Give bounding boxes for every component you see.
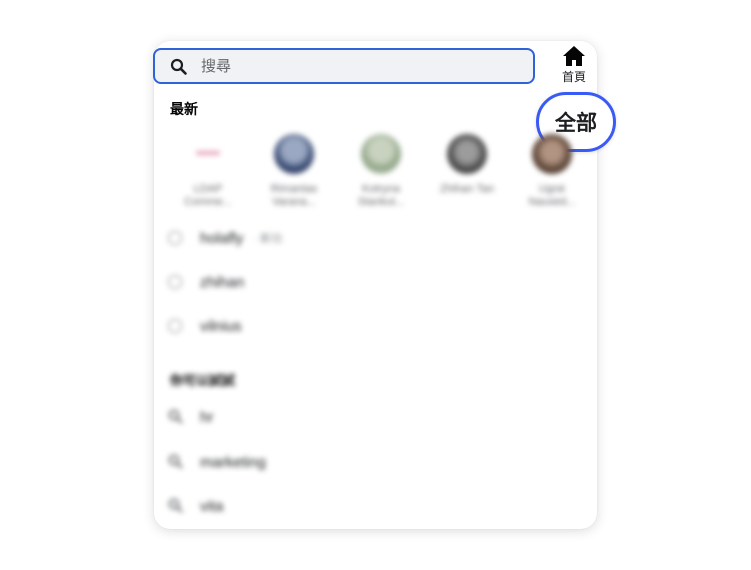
suggestion-text: hr <box>200 408 214 426</box>
recent-person[interactable]: Zhihan Tan <box>432 134 502 196</box>
suggestion-row[interactable]: vita <box>168 495 223 517</box>
history-row[interactable]: holafly · 新功 <box>168 227 282 249</box>
clock-icon <box>168 231 182 245</box>
recent-person-name: Zhihan Tan <box>439 183 495 195</box>
recent-person[interactable]: Rimantas Varana... <box>259 134 329 209</box>
recent-person[interactable]: Ugnė Nausėd... <box>517 134 587 209</box>
search-icon <box>170 58 187 75</box>
avatar <box>447 134 487 174</box>
search-icon <box>168 409 183 424</box>
suggestion-text: vita <box>200 497 224 515</box>
recent-title: 最新 <box>170 102 198 118</box>
home-button[interactable]: 首頁 <box>557 45 591 85</box>
search-field[interactable] <box>153 48 535 84</box>
history-text: holafly <box>200 229 244 247</box>
avatar <box>532 134 572 174</box>
avatar <box>188 134 228 174</box>
search-icon <box>168 498 183 513</box>
history-text: vilnius <box>200 317 242 335</box>
avatar <box>361 134 401 174</box>
recent-person-name: Ugnė Nausėd... <box>528 183 576 208</box>
clock-icon <box>168 319 182 333</box>
clock-icon <box>168 275 182 289</box>
suggestion-row[interactable]: hr <box>168 406 213 428</box>
search-input[interactable] <box>201 53 521 79</box>
recent-person[interactable]: LDAP Comme... <box>173 134 243 209</box>
suggestion-text: marketing <box>200 453 266 471</box>
avatar <box>274 134 314 174</box>
search-icon <box>168 454 183 469</box>
recent-person-name: LDAP Comme... <box>184 183 232 208</box>
recent-person-name: Kotryna Stankut... <box>357 183 405 208</box>
history-meta: · 新功 <box>253 233 283 245</box>
recent-person[interactable]: Kotryna Stankut... <box>346 134 416 209</box>
history-row[interactable]: vilnius <box>168 315 242 337</box>
suggestion-row[interactable]: marketing <box>168 451 266 473</box>
history-row[interactable]: zhihan <box>168 271 244 293</box>
recent-person-name: Rimantas Varana... <box>270 183 318 208</box>
suggestions-title: 你可以試試 <box>170 373 236 388</box>
home-icon <box>563 46 585 66</box>
history-text: zhihan <box>200 273 245 291</box>
home-label: 首頁 <box>561 70 586 84</box>
